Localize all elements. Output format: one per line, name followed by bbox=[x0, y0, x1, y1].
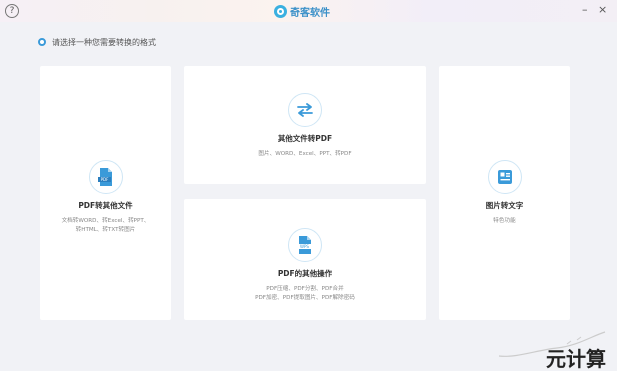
card-description: 文档转WORD、转Excel、转PPT、 转HTML、转TXT转图片 bbox=[62, 217, 150, 235]
card-title: 其他文件转PDF bbox=[277, 134, 333, 143]
pdf-operations-card[interactable]: WPS PDF的其他操作 PDF压缩、PDF分割、PDF合并 PDF加密、PDF… bbox=[184, 199, 426, 320]
other-to-pdf-card[interactable]: 其他文件转PDF 图片、WORD、Excel、PPT、转PDF bbox=[184, 66, 426, 184]
card-description-line: 转HTML、转TXT转图片 bbox=[75, 227, 136, 233]
card-description: 图片、WORD、Excel、PPT、转PDF bbox=[258, 150, 351, 159]
section-header: 请选择一种您需要转换的格式 bbox=[38, 36, 156, 48]
svg-text:PDF: PDF bbox=[100, 177, 108, 182]
help-icon[interactable]: ? bbox=[5, 4, 19, 18]
ocr-document-icon bbox=[487, 160, 522, 194]
app-name: 奇客软件 bbox=[290, 7, 330, 19]
card-title: PDF的其他操作 bbox=[277, 269, 333, 278]
minimize-button[interactable]: – bbox=[582, 4, 588, 16]
card-title: PDF转其他文件 bbox=[78, 201, 133, 210]
card-description-line: PDF加密、PDF提取图片、PDF解除密码 bbox=[255, 295, 355, 301]
svg-text:WPS: WPS bbox=[300, 244, 309, 249]
swap-arrows-icon bbox=[288, 93, 322, 127]
app-logo-icon bbox=[274, 4, 287, 18]
card-description: PDF压缩、PDF分割、PDF合并 PDF加密、PDF提取图片、PDF解除密码 bbox=[255, 285, 355, 303]
card-description-line: 特色功能 bbox=[493, 218, 516, 224]
pdf-to-other-card[interactable]: PDF PDF转其他文件 文档转WORD、转Excel、转PPT、 转HTML、… bbox=[40, 66, 171, 320]
section-label: 请选择一种您需要转换的格式 bbox=[52, 37, 156, 47]
title-bar: ? 奇客软件 – × bbox=[0, 0, 617, 22]
app-brand: 奇客软件 bbox=[274, 2, 330, 20]
watermark-text: 元计算 bbox=[546, 347, 606, 371]
card-description: 特色功能 bbox=[493, 217, 515, 226]
card-description-line: 图片、WORD、Excel、PPT、转PDF bbox=[258, 151, 352, 157]
card-title: 图片转文字 bbox=[485, 201, 524, 210]
close-button[interactable]: × bbox=[598, 4, 607, 16]
section-bullet-icon bbox=[38, 38, 46, 46]
card-description-line: 文档转WORD、转Excel、转PPT、 bbox=[61, 218, 150, 224]
wps-file-icon: WPS bbox=[288, 228, 322, 262]
card-description-line: PDF压缩、PDF分割、PDF合并 bbox=[266, 286, 344, 292]
pdf-file-icon: PDF bbox=[88, 160, 123, 194]
image-to-text-card[interactable]: 图片转文字 特色功能 bbox=[439, 66, 570, 320]
